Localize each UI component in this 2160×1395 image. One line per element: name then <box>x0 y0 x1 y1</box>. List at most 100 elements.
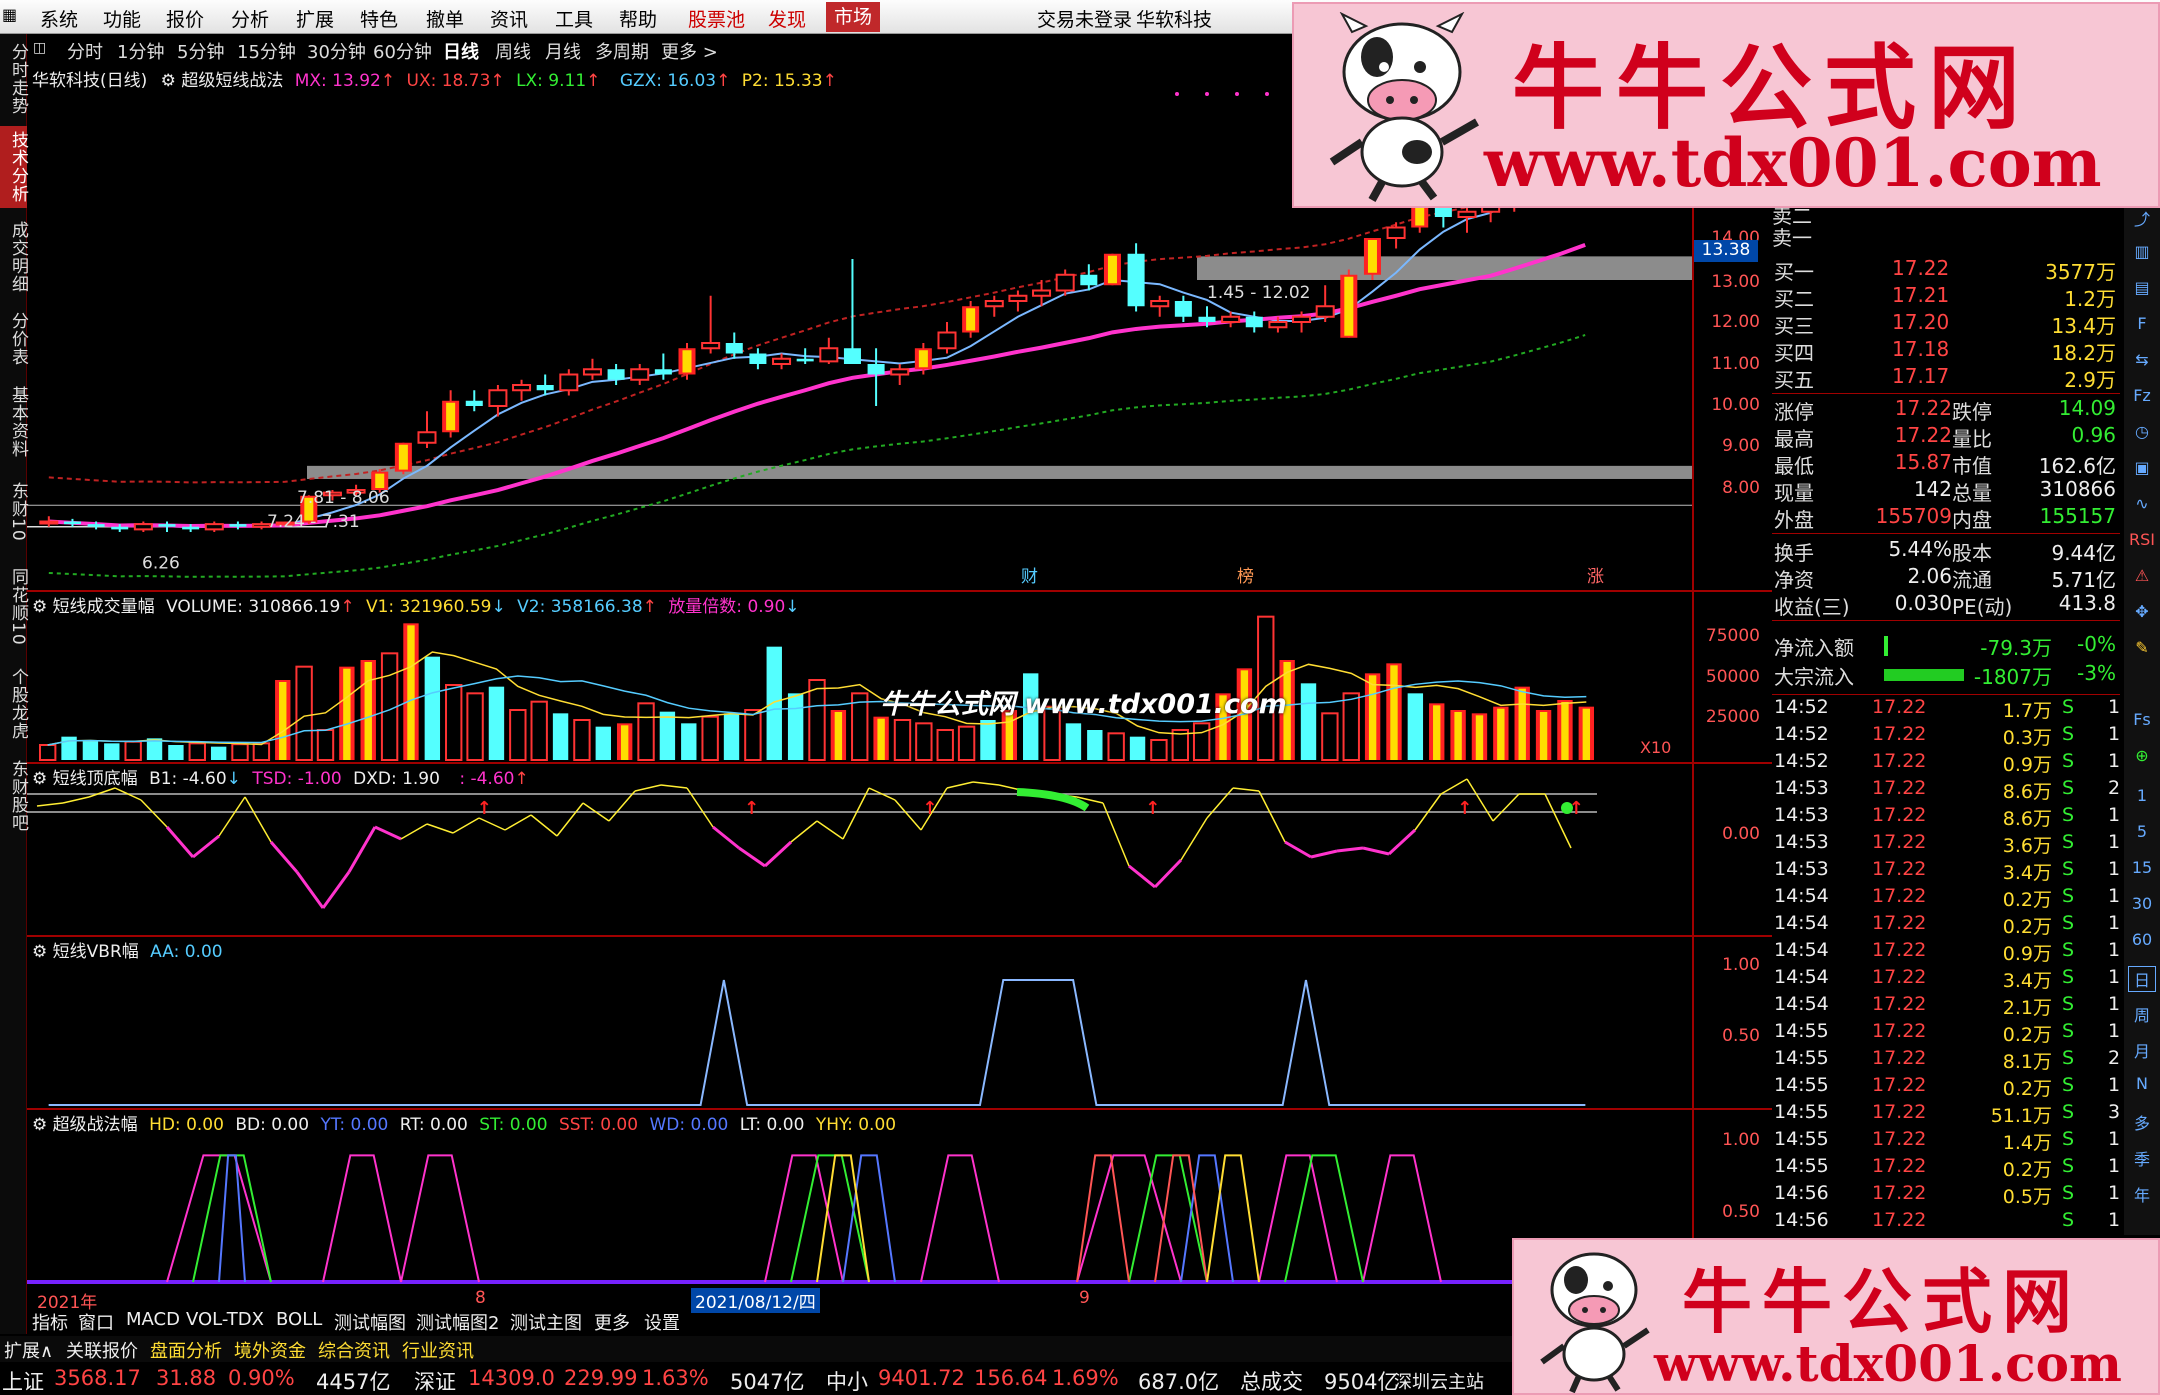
tab-dragon-tiger[interactable]: 个股龙虎 <box>0 662 28 746</box>
alert-tool-icon[interactable]: ⚠ <box>2128 566 2156 585</box>
super-strategy-chart[interactable] <box>27 1110 1692 1288</box>
compare-tool-icon[interactable]: ⇆ <box>2128 350 2156 369</box>
menu-features[interactable]: 特色 <box>360 5 398 32</box>
tick-volume: 1.7万 <box>2002 700 2052 722</box>
candle-body-highlight <box>398 444 408 470</box>
tab-price-table[interactable]: 分价表 <box>0 306 28 372</box>
menu-extend[interactable]: 扩展 <box>296 5 334 32</box>
top-bottom-chart[interactable]: ↑ ↑ ↑ ↑ ↑ ↑ <box>27 764 1692 934</box>
tick-volume: 0.3万 <box>2002 727 2052 749</box>
volume-chart[interactable] <box>27 592 1692 762</box>
tab-tonghuashun[interactable]: 同花顺10 <box>0 560 28 654</box>
tab-basic-info[interactable]: 基本资料 <box>0 380 28 464</box>
tab-vol-tdx[interactable]: VOL-TDX <box>186 1309 264 1330</box>
quote-value: 2.06 <box>1907 564 1952 588</box>
tab-timeshare[interactable]: 分时走势 <box>0 38 28 120</box>
period-week[interactable]: 周 <box>2128 1002 2156 1026</box>
menu-news[interactable]: 资讯 <box>490 5 528 32</box>
period-more[interactable]: 更多 > <box>661 38 718 64</box>
tab-foreign-capital[interactable]: 境外资金 <box>234 1337 306 1363</box>
period-5[interactable]: 5 <box>2128 822 2156 841</box>
tab-eastmoney[interactable]: 东财10 <box>0 472 28 552</box>
ad-banner-bottom[interactable]: 牛牛公式网 www.tdx001.com <box>1512 1238 2160 1395</box>
period-5min[interactable]: 5分钟 <box>177 38 224 64</box>
tab-stock-forum[interactable]: 东财股吧 <box>0 754 28 838</box>
period-multi-side[interactable]: 多 <box>2128 1110 2156 1134</box>
tick-time: 14:53 <box>1774 804 1829 826</box>
period-month[interactable]: 月 <box>2128 1038 2156 1062</box>
tab-test-sub[interactable]: 测试幅图 <box>334 1309 406 1335</box>
tab-trade-detail[interactable]: 成交明细 <box>0 216 28 298</box>
chart-tool-icon[interactable]: ⤴ <box>2128 206 2156 230</box>
candle-body <box>607 369 625 380</box>
period-1min[interactable]: 1分钟 <box>117 38 164 64</box>
fs-tool-icon[interactable]: Fs <box>2128 710 2156 729</box>
server-status[interactable]: 深圳云主站 <box>1394 1368 1484 1394</box>
rsi-tool-icon[interactable]: RSI <box>2128 530 2156 549</box>
move-tool-icon[interactable]: ✥ <box>2128 602 2156 621</box>
line-tool-icon[interactable]: ∿ <box>2128 494 2156 513</box>
tab-settings[interactable]: 设置 <box>644 1309 680 1335</box>
tab-news[interactable]: 综合资讯 <box>318 1337 390 1363</box>
menu-help[interactable]: 帮助 <box>619 5 657 32</box>
quote-label: 最低 <box>1774 454 1814 478</box>
tab-market-analysis[interactable]: 盘面分析 <box>150 1337 222 1363</box>
index-label[interactable]: 上证 <box>2 1366 44 1395</box>
finance-tool-icon[interactable]: F <box>2128 314 2156 333</box>
menu-tools[interactable]: 工具 <box>555 5 593 32</box>
layout-toggle-icon[interactable]: ◫ <box>33 40 46 56</box>
menu-function[interactable]: 功能 <box>103 5 141 32</box>
indicator-tabs: 指标 窗口 MACD VOL-TDX BOLL 测试幅图 测试幅图2 测试主图 … <box>0 1308 1520 1334</box>
menu-quote[interactable]: 报价 <box>166 5 204 32</box>
period-30min[interactable]: 30分钟 <box>307 38 366 64</box>
tab-related-quote[interactable]: 关联报价 <box>66 1337 138 1363</box>
tab-more[interactable]: 更多 <box>594 1309 630 1335</box>
period-15[interactable]: 15 <box>2128 858 2156 877</box>
tab-technical[interactable]: 技术分析 <box>0 126 28 208</box>
period-30[interactable]: 30 <box>2128 894 2156 913</box>
period-year[interactable]: 年 <box>2128 1182 2156 1206</box>
menu-stock-pool[interactable]: 股票池 <box>688 5 745 32</box>
clock-tool-icon[interactable]: ◷ <box>2128 422 2156 441</box>
period-multi[interactable]: 多周期 <box>595 38 649 64</box>
tab-window[interactable]: 窗口 <box>78 1309 114 1335</box>
list-tool-icon[interactable]: ▤ <box>2128 278 2156 297</box>
period-timeshare[interactable]: 分时 <box>67 38 103 64</box>
ad-banner-top[interactable]: 牛牛公式网 www.tdx001.com <box>1292 2 2160 208</box>
period-15min[interactable]: 15分钟 <box>237 38 296 64</box>
tick-count: 1 <box>2108 804 2120 826</box>
menu-market[interactable]: 市场 <box>826 2 881 32</box>
tab-indicator[interactable]: 指标 <box>32 1309 68 1335</box>
period-daily[interactable]: 日线 <box>443 38 479 64</box>
tab-test-sub2[interactable]: 测试幅图2 <box>416 1309 499 1335</box>
period-n[interactable]: N <box>2128 1074 2156 1093</box>
tick-list[interactable]: 14:52 17.22 1.7万 S 1 14:52 17.22 0.3万 S 1 14:52 17.… <box>1772 696 2120 1236</box>
tick-side: S <box>2062 966 2075 988</box>
tab-extend[interactable]: 扩展∧ <box>4 1337 53 1363</box>
period-season[interactable]: 季 <box>2128 1146 2156 1170</box>
candle-body <box>1174 301 1192 317</box>
menu-discover[interactable]: 发现 <box>768 5 806 32</box>
index-label[interactable]: 深证 <box>414 1366 456 1395</box>
period-60[interactable]: 60 <box>2128 930 2156 949</box>
capital-tool-icon[interactable]: ⊕ <box>2128 746 2156 765</box>
menu-system[interactable]: 系统 <box>40 5 78 32</box>
menu-cancel-order[interactable]: 撤单 <box>426 5 464 32</box>
tab-test-main[interactable]: 测试主图 <box>510 1309 582 1335</box>
tab-industry-news[interactable]: 行业资讯 <box>402 1337 474 1363</box>
tab-macd[interactable]: MACD <box>126 1309 180 1330</box>
bar-tool-icon[interactable]: ▣ <box>2128 458 2156 477</box>
filter-tool-icon[interactable]: Fz <box>2128 386 2156 405</box>
index-label[interactable]: 中小 <box>826 1366 868 1395</box>
period-monthly[interactable]: 月线 <box>545 38 581 64</box>
vbr-chart[interactable] <box>27 937 1692 1107</box>
tab-boll[interactable]: BOLL <box>276 1309 322 1330</box>
menu-analysis[interactable]: 分析 <box>231 5 269 32</box>
period-60min[interactable]: 60分钟 <box>373 38 432 64</box>
candle-tool-icon[interactable]: ▥ <box>2128 242 2156 261</box>
tick-side: S <box>2062 723 2075 745</box>
period-day[interactable]: 日 <box>2128 966 2156 992</box>
period-weekly[interactable]: 周线 <box>495 38 531 64</box>
period-1[interactable]: 1 <box>2128 786 2156 805</box>
pen-tool-icon[interactable]: ✎ <box>2128 638 2156 657</box>
